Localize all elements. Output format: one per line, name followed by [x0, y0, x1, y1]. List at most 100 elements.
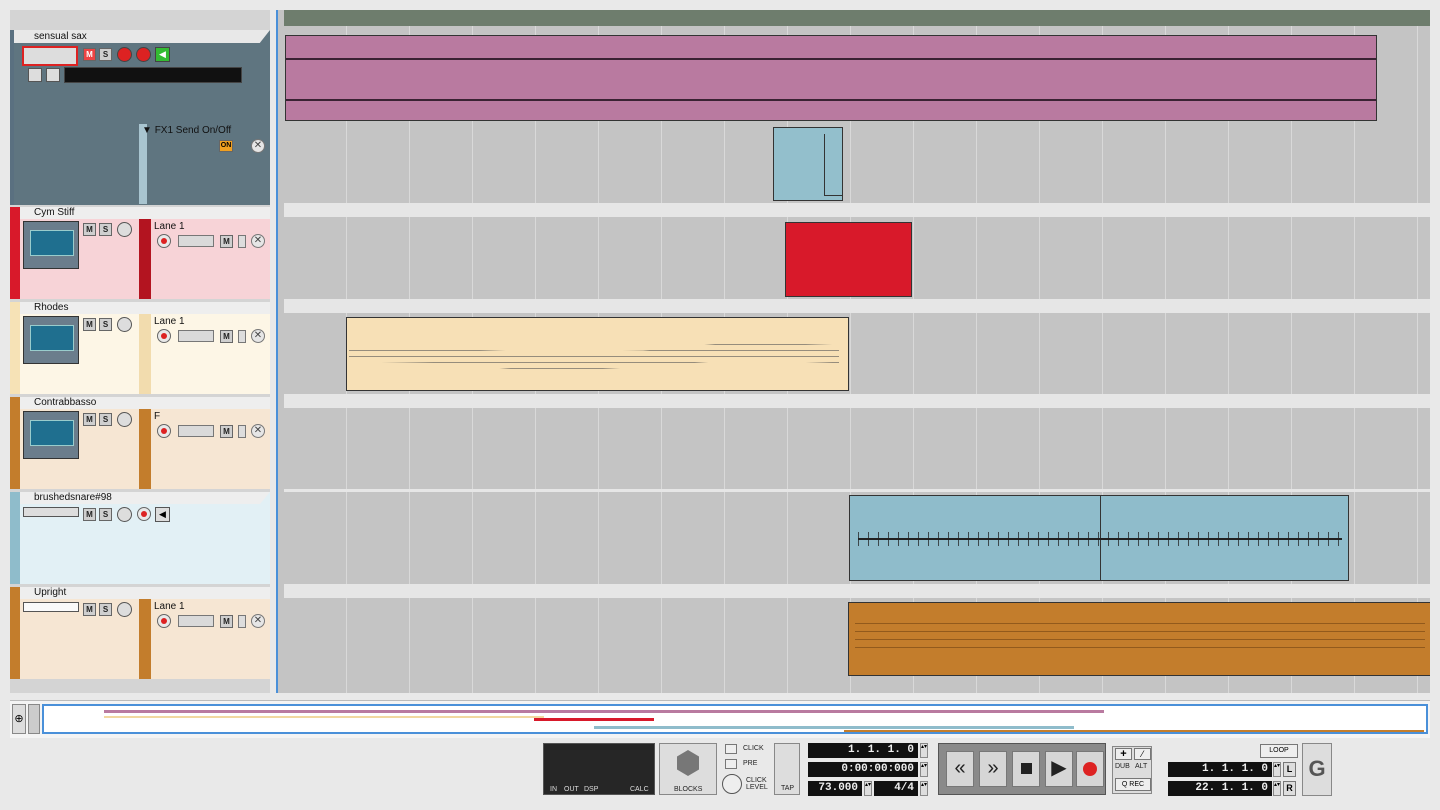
monitor-button[interactable]: [117, 602, 132, 617]
lane-dropdown[interactable]: [178, 615, 214, 627]
speaker-icon[interactable]: ◀: [155, 47, 170, 62]
lane-dropdown[interactable]: [178, 425, 214, 437]
right-locator-display[interactable]: 22. 1. 1. 0: [1168, 781, 1272, 796]
tempo-spinner[interactable]: ▴▾: [864, 781, 872, 796]
click-level-knob[interactable]: [722, 774, 742, 794]
delete-lane-button[interactable]: ✕: [251, 139, 265, 153]
lane-dropdown[interactable]: [178, 235, 214, 247]
lane-toggle[interactable]: [238, 425, 246, 438]
delete-lane-button[interactable]: ✕: [251, 234, 265, 248]
ruler[interactable]: [284, 10, 1430, 26]
signature-display[interactable]: 4/4: [874, 781, 918, 796]
position-time-display[interactable]: 0:00:00:000: [808, 762, 918, 777]
lane-name[interactable]: Lane 1: [154, 601, 185, 612]
reason-logo-icon[interactable]: G: [1302, 743, 1332, 796]
fx-on-toggle[interactable]: ON: [219, 140, 233, 152]
record-enable-button[interactable]: [136, 47, 151, 62]
mute-button[interactable]: M: [83, 508, 96, 521]
left-locator-display[interactable]: 1. 1. 1. 0: [1168, 762, 1272, 777]
solo-button[interactable]: S: [99, 603, 112, 616]
click-toggle[interactable]: [725, 744, 737, 754]
play-button[interactable]: ▶: [1045, 751, 1073, 787]
position-bars-display[interactable]: 1. 1. 1. 0: [808, 743, 918, 758]
brushed-clip[interactable]: [849, 495, 1349, 581]
lane-toggle[interactable]: [238, 615, 246, 628]
solo-button[interactable]: S: [99, 318, 112, 331]
lane-dropdown[interactable]: [178, 330, 214, 342]
monitor-button[interactable]: [117, 317, 132, 332]
lane-record-button[interactable]: [157, 329, 171, 343]
track-brushedsnare[interactable]: [10, 492, 270, 584]
time-spinner[interactable]: ▴▾: [920, 762, 928, 777]
left-locator-spinner[interactable]: ▴▾: [1273, 762, 1281, 777]
mute-button[interactable]: M: [83, 48, 96, 61]
lane-toggle[interactable]: [238, 235, 246, 248]
delete-lane-button[interactable]: ✕: [251, 614, 265, 628]
sax-clip[interactable]: [285, 35, 1377, 121]
tool-icon[interactable]: [28, 68, 42, 82]
device-thumbnail[interactable]: [23, 316, 79, 364]
lane-mute-button[interactable]: M: [220, 615, 233, 628]
solo-button[interactable]: S: [99, 508, 112, 521]
stop-button[interactable]: [1012, 751, 1040, 787]
mute-button[interactable]: M: [83, 318, 96, 331]
track-name[interactable]: Contrabbasso: [34, 397, 96, 408]
cym-clip[interactable]: [785, 222, 912, 297]
record-enable-button[interactable]: [137, 507, 151, 521]
speaker-icon[interactable]: ◀: [155, 507, 170, 522]
loop-button[interactable]: LOOP: [1260, 744, 1298, 758]
lane-mute-button[interactable]: M: [220, 425, 233, 438]
pencil-icon[interactable]: ⁄: [1134, 748, 1151, 760]
tempo-display[interactable]: 73.000: [808, 781, 862, 796]
monitor-button[interactable]: [117, 222, 132, 237]
track-name[interactable]: Rhodes: [34, 302, 68, 313]
lane-name[interactable]: Lane 1: [154, 221, 185, 232]
mute-button[interactable]: M: [83, 603, 96, 616]
monitor-button[interactable]: [117, 507, 132, 522]
lane-record-button[interactable]: [157, 614, 171, 628]
device-thumbnail[interactable]: [23, 221, 79, 269]
blocks-button[interactable]: BLOCKS: [659, 743, 717, 795]
audio-device-thumb[interactable]: [23, 507, 79, 517]
mute-button[interactable]: M: [83, 413, 96, 426]
solo-button[interactable]: S: [99, 48, 112, 61]
rewind-button[interactable]: «: [946, 751, 974, 787]
track-name[interactable]: sensual sax: [34, 31, 87, 42]
fx-automation-clip[interactable]: [773, 127, 843, 201]
signature-spinner[interactable]: ▴▾: [920, 781, 928, 796]
navigator-window[interactable]: [42, 704, 1428, 734]
mute-button[interactable]: M: [83, 223, 96, 236]
sax-device-thumb[interactable]: [22, 46, 78, 66]
zoom-icon[interactable]: ⊕: [12, 704, 26, 734]
lane-mute-button[interactable]: M: [220, 235, 233, 248]
rhodes-clip[interactable]: [346, 317, 849, 391]
fast-forward-button[interactable]: »: [979, 751, 1007, 787]
lane-toggle[interactable]: [238, 330, 246, 343]
lane-name[interactable]: Lane 1: [154, 316, 185, 327]
plus-icon[interactable]: +: [1115, 748, 1132, 760]
delete-lane-button[interactable]: ✕: [251, 424, 265, 438]
device-thumbnail[interactable]: [23, 411, 79, 459]
right-locator-button[interactable]: R: [1283, 781, 1296, 796]
zoom-slider-handle[interactable]: [28, 704, 40, 734]
device-thumbnail[interactable]: [23, 602, 79, 612]
monitor-button[interactable]: [117, 412, 132, 427]
monitor-button[interactable]: [117, 47, 132, 62]
lane-mute-button[interactable]: M: [220, 330, 233, 343]
left-locator-button[interactable]: L: [1283, 762, 1296, 777]
delete-lane-button[interactable]: ✕: [251, 329, 265, 343]
track-name[interactable]: Upright: [34, 587, 66, 598]
input-icon[interactable]: [46, 68, 60, 82]
track-name[interactable]: brushedsnare#98: [34, 492, 112, 503]
solo-button[interactable]: S: [99, 223, 112, 236]
tap-button[interactable]: TAP: [774, 743, 800, 795]
lane-record-button[interactable]: [157, 234, 171, 248]
solo-button[interactable]: S: [99, 413, 112, 426]
track-name[interactable]: Cym Stiff: [34, 207, 74, 218]
lane-name[interactable]: F: [154, 411, 160, 422]
pre-toggle[interactable]: [725, 759, 737, 769]
record-button[interactable]: [1076, 751, 1104, 787]
lane-record-button[interactable]: [157, 424, 171, 438]
upright-clip[interactable]: [848, 602, 1430, 676]
position-spinner[interactable]: ▴▾: [920, 743, 928, 758]
